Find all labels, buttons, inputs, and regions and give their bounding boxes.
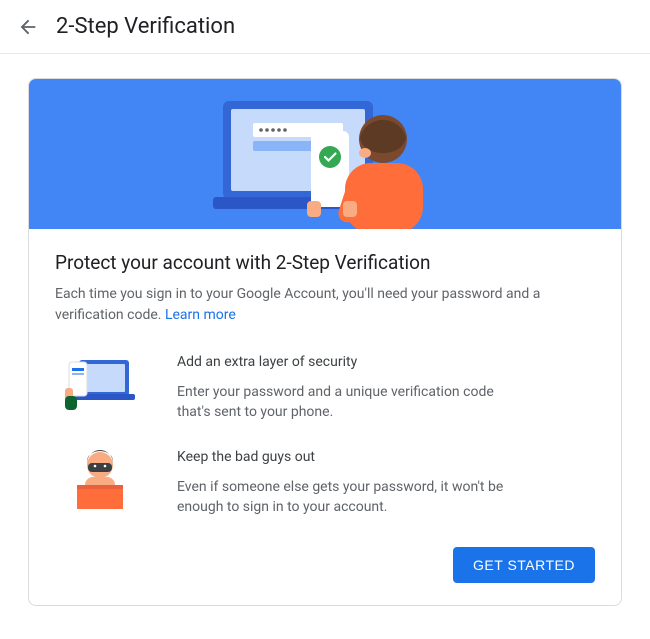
description-text: Each time you sign in to your Google Acc…	[55, 286, 540, 323]
arrow-left-icon	[17, 16, 39, 38]
page-header: 2-Step Verification	[0, 0, 650, 54]
feature-description: Even if someone else gets your password,…	[177, 477, 507, 518]
back-button[interactable]	[16, 15, 40, 39]
content-description: Each time you sign in to your Google Acc…	[55, 284, 595, 326]
page-title: 2-Step Verification	[56, 14, 235, 39]
actions-row: GET STARTED	[55, 547, 595, 583]
content-area: Protect your account with 2-Step Verific…	[29, 229, 621, 605]
feature-title: Keep the bad guys out	[177, 449, 595, 465]
feature-description: Enter your password and a unique verific…	[177, 382, 507, 423]
feature-security-layer: Add an extra layer of security Enter you…	[55, 354, 595, 423]
feature-bad-guys: Keep the bad guys out Even if someone el…	[55, 449, 595, 518]
security-layer-icon	[55, 354, 145, 410]
learn-more-link[interactable]: Learn more	[165, 307, 236, 323]
content-title: Protect your account with 2-Step Verific…	[55, 251, 595, 274]
feature-title: Add an extra layer of security	[177, 354, 595, 370]
hero-illustration	[29, 79, 621, 229]
get-started-button[interactable]: GET STARTED	[453, 547, 595, 583]
bad-guys-icon	[55, 449, 145, 509]
main-card: Protect your account with 2-Step Verific…	[28, 78, 622, 606]
